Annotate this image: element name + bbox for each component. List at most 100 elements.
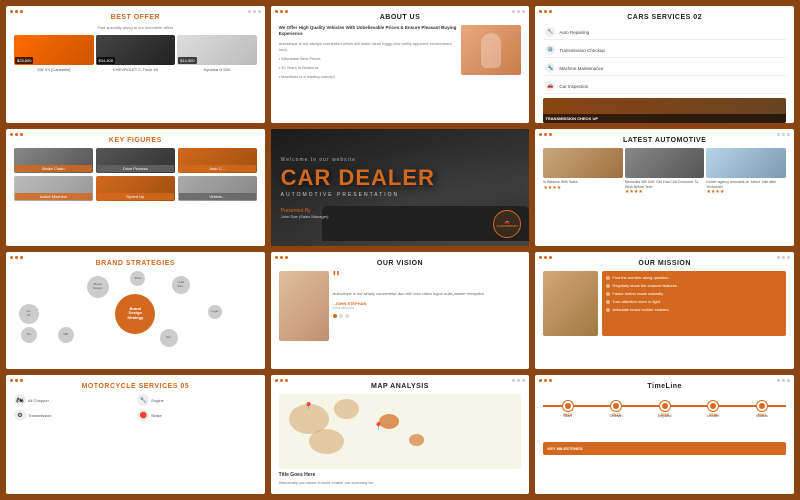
car-name-3: Hyundai H 500 — [177, 67, 257, 72]
moto-item-transmission: ⚙ Transmission — [14, 409, 133, 421]
mission-text-5: Articulate brand builder enables — [612, 307, 668, 312]
mission-bullet-4 — [606, 300, 610, 304]
car-thumb-2: $34,400 — [96, 35, 176, 65]
transmission-label-moto: Transmission — [28, 413, 52, 418]
map-analysis-title: MAP ANALYSIS — [279, 383, 522, 390]
bubble-company: Co.ID — [19, 304, 39, 324]
timeline-dots-left — [539, 379, 552, 382]
service-icon-4: 🚗 — [545, 81, 555, 91]
car-price-3: $14,900 — [178, 57, 196, 64]
slide-map-analysis: MAP ANALYSIS 📍 📍 Title Goes Here Histori… — [271, 375, 530, 494]
car-thumb-3: $14,900 — [177, 35, 257, 65]
slide-dots-right — [248, 10, 261, 13]
about-point1: • Affordable Best Prices — [279, 56, 458, 62]
figure-label-vehicle: Vehicle... — [179, 193, 256, 200]
chopper-icon: 🏍 — [14, 394, 26, 406]
bubble-planet: PlanetDesign — [87, 276, 109, 298]
timeline-node-5 — [757, 401, 767, 411]
dot1 — [10, 10, 13, 13]
slide-key-figures: KEY FIGURES Brake Chain Drive Process Au… — [6, 129, 265, 246]
mission-bullet-5 — [606, 308, 610, 312]
timeline-title: TimeLine — [543, 383, 786, 390]
slide-latest-automotive: LATEST AUTOMOTIVE In Balance With Sales … — [535, 129, 794, 246]
mission-bullet-3 — [606, 292, 610, 296]
moto-col-1: 🏍 All Chopper ⚙ Transmission — [14, 394, 133, 424]
map-subtitle: Title Goes Here — [279, 472, 522, 478]
about-us-title: ABOUT US — [279, 14, 522, 21]
auto-item-3: Dealer agency remodels on 'select' Intel… — [706, 148, 786, 195]
service-icon-2: ⚙️ — [545, 45, 555, 55]
service-name-1: Auto Repairing — [559, 30, 784, 35]
slide-our-vision: OUR VISION " Autoshope is not simply con… — [271, 252, 530, 369]
bubble-chart: PlanetDesign Co.ID Mkt Sol. Logic LeadDe… — [14, 271, 257, 356]
auto-stars-2: ★★★★ — [625, 189, 705, 195]
service-icon-3: 🔩 — [545, 63, 555, 73]
map-region-3 — [309, 429, 344, 454]
best-offer-title: BEST OFFER — [14, 14, 257, 21]
hero-supertitle: Welcome to our website — [281, 157, 520, 163]
service-item-1: 🔧 Auto Repairing — [543, 25, 786, 40]
mission-text-2: Regularly stuck the channel features — [612, 283, 677, 288]
service-name-4: Car Inspection — [559, 84, 784, 89]
timeline-year-1: 2010 — [563, 412, 572, 417]
v-dot-3 — [345, 314, 349, 318]
v-dot-2 — [339, 314, 343, 318]
timeline-node-4 — [708, 401, 718, 411]
hero-presenter: Presented By John Doe (Sales Manager) — [281, 208, 520, 219]
service-icon-1: 🔧 — [545, 27, 555, 37]
auto-stars-1: ★★★★ — [543, 185, 623, 191]
car-price-1: $28,800 — [15, 57, 33, 64]
service-item-2: ⚙️ Transmission Checkup — [543, 43, 786, 58]
mission-item-2: Regularly stuck the channel features — [606, 283, 782, 288]
timeline-dots-right — [777, 379, 790, 382]
auto-stars-3: ★★★★ — [706, 189, 786, 195]
quote-mark: " — [333, 271, 522, 287]
mission-text-4: Turn attention more to light — [612, 299, 660, 304]
figure-brake: Brake Chain — [14, 148, 93, 173]
dot2 — [15, 10, 18, 13]
auto-img-1 — [543, 148, 623, 178]
hero-tagline: AUTOMOTIVE PRESENTATION — [281, 192, 520, 198]
figures-grid: Brake Chain Drive Process Auto C... Acti… — [14, 148, 257, 201]
services-dots-left — [539, 10, 552, 13]
bubble-solution: Sol. — [160, 329, 178, 347]
brand-title: BRAND STRATEGIES — [14, 260, 257, 267]
timeline-year-2: 2012 — [612, 412, 621, 417]
moto-item-engine: 🔧 Engine — [137, 394, 256, 406]
service-list: 🔧 Auto Repairing ⚙️ Transmission Checkup… — [543, 25, 786, 94]
hero-content: Welcome to our website CAR DEALER AUTOMO… — [271, 129, 530, 246]
auto-dots-left — [539, 133, 552, 136]
auto-img-2 — [625, 148, 705, 178]
auto-caption-3: Dealer agency remodels on 'select' Intel… — [706, 180, 786, 189]
brake-label: Brake — [151, 413, 161, 418]
mission-bullet-2 — [606, 284, 610, 288]
bubble-market: Mkt — [58, 327, 74, 343]
auto-item-1: In Balance With Sales ★★★★ — [543, 148, 623, 195]
brand-dots-left — [10, 256, 23, 259]
dot-r2 — [253, 10, 256, 13]
dot-r3 — [258, 10, 261, 13]
bubble-strategy: Strat. — [130, 271, 145, 286]
center-bubble: BrandDesignStrategy — [115, 294, 155, 334]
map-desc: Historically you alone it could enable o… — [279, 480, 522, 486]
vision-text: " Autoshope is not simply consectetur du… — [333, 271, 522, 341]
figures-dots-left — [10, 133, 23, 136]
best-offer-desc: Find specially along to our incredible o… — [14, 25, 257, 31]
timeline-year-5: 2021 — [757, 412, 766, 417]
car-name-1: VW XX [Caravelle] — [14, 67, 94, 72]
dot3 — [20, 10, 23, 13]
bubble-finance: Fin. — [21, 327, 37, 343]
vision-person-image — [279, 271, 329, 341]
engine-icon: 🔧 — [137, 394, 149, 406]
figure-machine: Active Machine — [14, 176, 93, 201]
person-silhouette — [481, 33, 501, 68]
moto-col-2: 🔧 Engine 🛑 Brake — [137, 394, 256, 424]
about-point2: • 30 Years In Business — [279, 65, 458, 71]
brake-icon: 🛑 — [137, 409, 149, 421]
figure-label-drive: Drive Process — [97, 165, 174, 172]
vision-title: OUR VISION — [279, 260, 522, 267]
bubble-lead: LeadDes. — [172, 276, 190, 294]
timeline-year-4: 2018 — [709, 412, 718, 417]
car-thumb-1: $28,800 — [14, 35, 94, 65]
slide-our-mission: OUR MISSION Find the number along questi… — [535, 252, 794, 369]
